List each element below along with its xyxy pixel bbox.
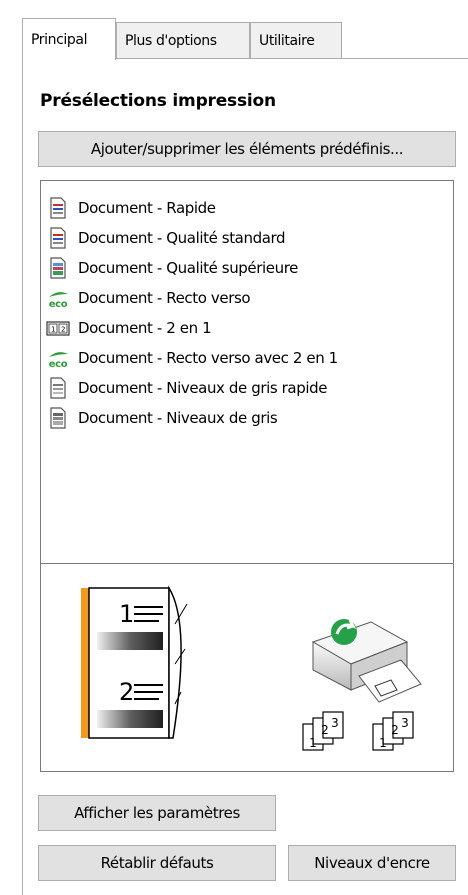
preset-label: Document - 2 en 1	[78, 319, 212, 337]
preset-item[interactable]: eco Document - Recto verso avec 2 en 1	[41, 343, 453, 373]
svg-text:eco: eco	[49, 299, 68, 310]
printer-icon	[311, 619, 422, 703]
duplex-page-icon: 1 2	[81, 585, 188, 739]
preset-label: Document - Niveaux de gris	[78, 409, 278, 427]
eco-icon: eco	[46, 346, 70, 370]
collate-label-2: 2	[321, 723, 329, 737]
presets-list-box: Document - Rapide Document - Qualité sta…	[40, 180, 454, 772]
printer-preferences-window: Principal Plus d'options Utilitaire Prés…	[0, 0, 468, 895]
tab-plus-d-options[interactable]: Plus d'options	[116, 22, 250, 58]
two-up-icon: 1 2	[46, 316, 70, 340]
page-number-1: 1	[119, 600, 134, 628]
print-preview-area: 1 2 1 2 3 1 2 3	[41, 563, 453, 772]
tab-principal[interactable]: Principal	[22, 18, 116, 60]
preset-item[interactable]: eco Document - Recto verso	[41, 283, 453, 313]
preset-item[interactable]: Document - Niveaux de gris rapide	[41, 373, 453, 403]
document-gray-icon	[46, 376, 70, 400]
collate-label-3: 3	[401, 716, 409, 730]
preset-item[interactable]: Document - Niveaux de gris	[41, 403, 453, 433]
collate-icon: 1 2 3 1 2 3	[302, 711, 414, 751]
page-number-2: 2	[119, 678, 134, 706]
preset-item[interactable]: Document - Qualité standard	[41, 223, 453, 253]
add-remove-presets-button[interactable]: Ajouter/supprimer les éléments prédéfini…	[38, 131, 456, 167]
ink-levels-button[interactable]: Niveaux d'encre	[288, 845, 456, 881]
document-color-icon	[46, 196, 70, 220]
preset-label: Document - Niveaux de gris rapide	[78, 379, 328, 397]
tab-utilitaire[interactable]: Utilitaire	[250, 22, 342, 58]
preset-label: Document - Qualité supérieure	[78, 259, 298, 277]
svg-text:1: 1	[51, 326, 55, 334]
collate-label-1: 1	[309, 736, 317, 750]
eco-icon: eco	[46, 286, 70, 310]
preset-label: Document - Rapide	[78, 199, 216, 217]
preset-label: Document - Recto verso	[78, 289, 251, 307]
collate-label-3: 3	[331, 716, 339, 730]
preset-item[interactable]: Document - Qualité supérieure	[41, 253, 453, 283]
collate-label-1: 1	[379, 736, 387, 750]
preset-item[interactable]: Document - Rapide	[41, 193, 453, 223]
reset-defaults-button[interactable]: Rétablir défauts	[38, 845, 276, 881]
section-title: Présélections impression	[40, 91, 276, 111]
collate-label-2: 2	[391, 723, 399, 737]
document-color-high-icon	[46, 256, 70, 280]
show-settings-button[interactable]: Afficher les paramètres	[38, 795, 276, 831]
document-gray-high-icon	[46, 406, 70, 430]
preview-illustration: 1 2 1 2 3 1 2 3	[81, 585, 422, 751]
preset-label: Document - Qualité standard	[78, 229, 286, 247]
preset-item[interactable]: 1 2 Document - 2 en 1	[41, 313, 453, 343]
presets-list: Document - Rapide Document - Qualité sta…	[41, 193, 453, 433]
svg-text:eco: eco	[49, 359, 68, 370]
svg-text:2: 2	[61, 326, 65, 334]
preset-label: Document - Recto verso avec 2 en 1	[78, 349, 338, 367]
document-color-icon	[46, 226, 70, 250]
